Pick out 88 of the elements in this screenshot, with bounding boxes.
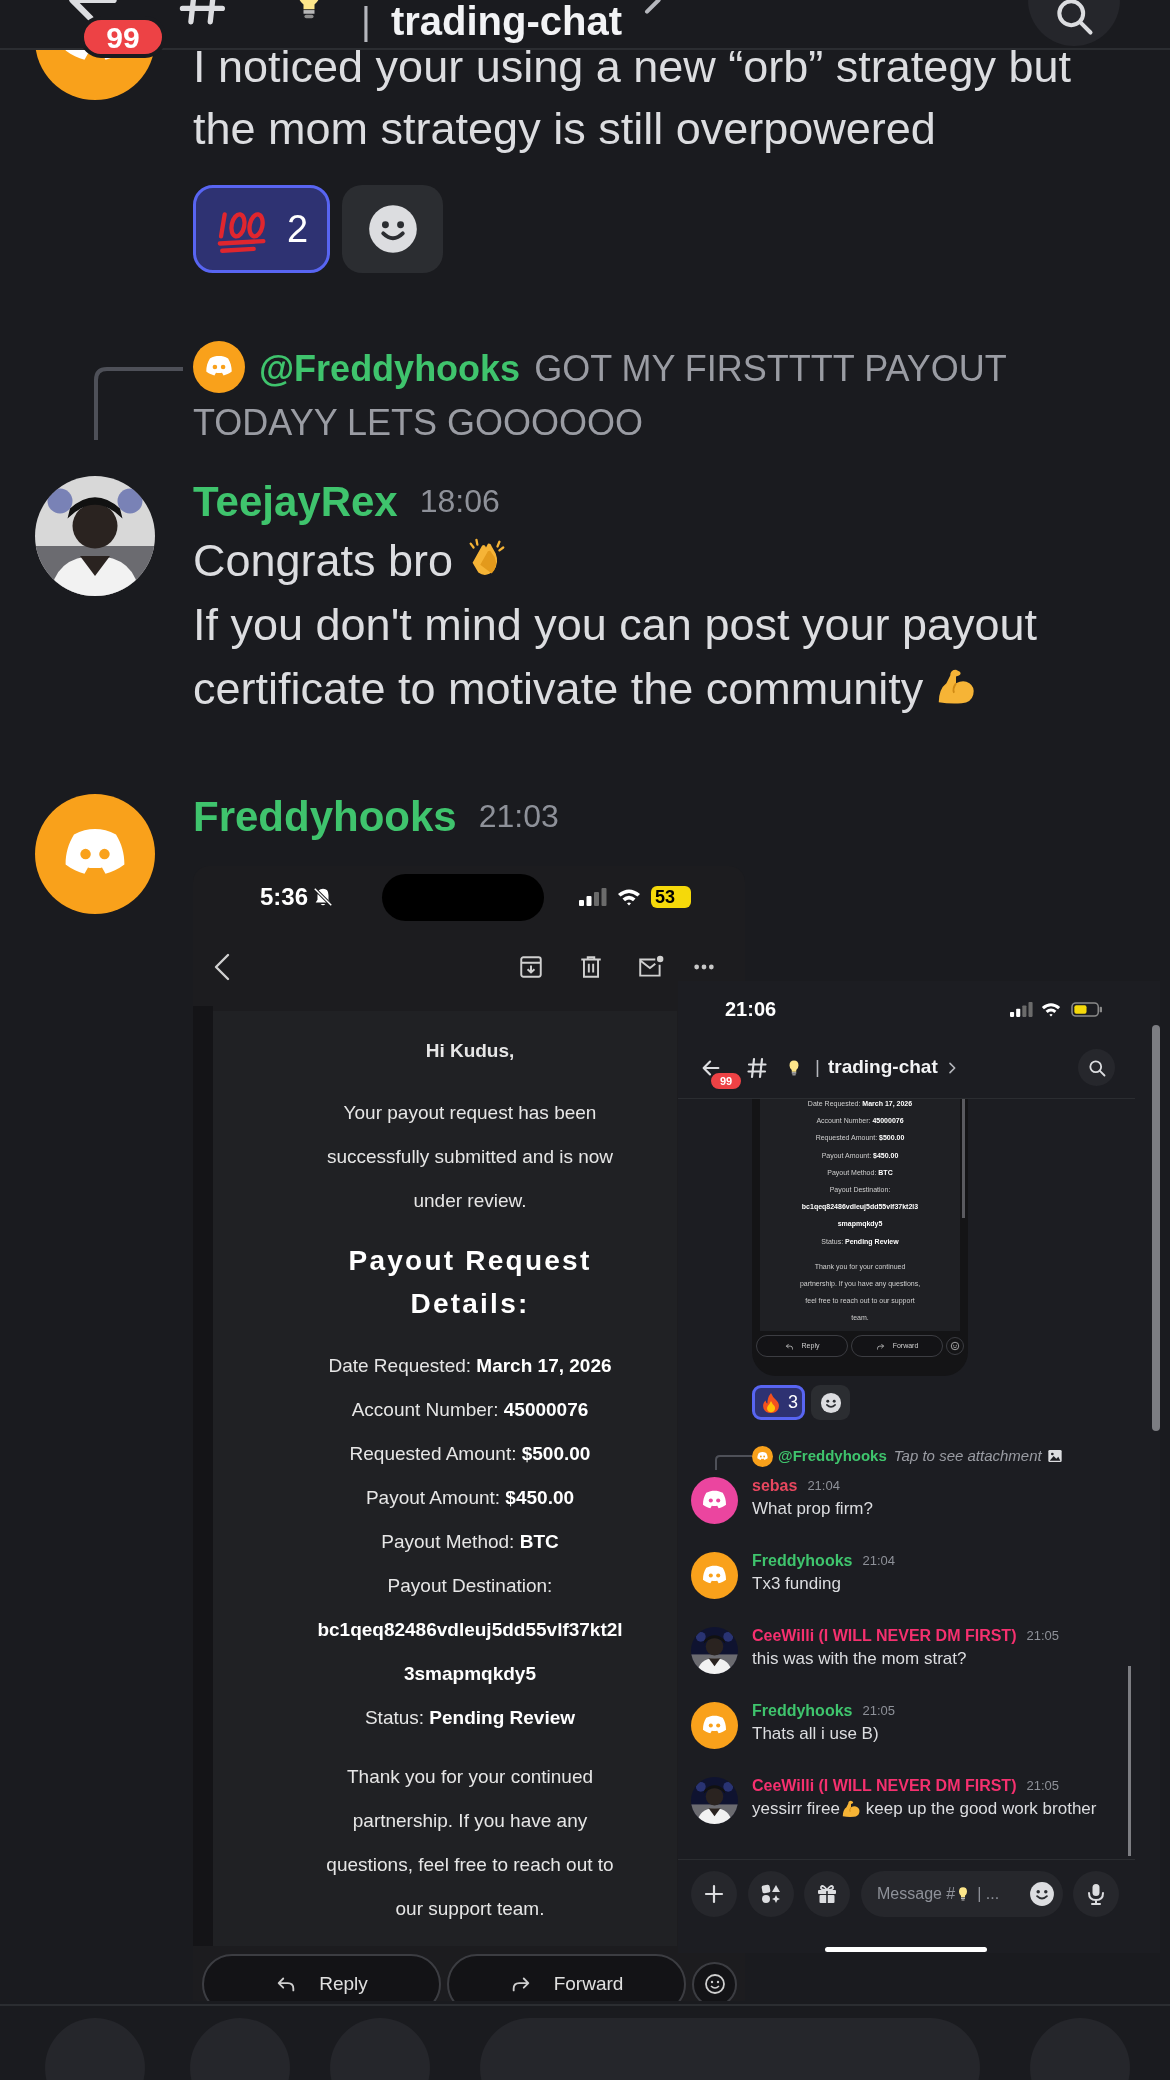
add-reaction-button[interactable] — [811, 1385, 850, 1420]
smiley-icon — [1029, 1881, 1055, 1907]
author-name[interactable]: CeeWilli (I WILL NEVER DM FIRST) — [752, 1624, 1017, 1648]
trash-icon — [578, 954, 604, 980]
reply-author[interactable]: @Freddyhooks — [778, 1444, 887, 1468]
hashtag-icon — [745, 1055, 769, 1080]
attach-button[interactable] — [691, 1871, 737, 1917]
message-text: If you don't mind you can post your payout — [193, 599, 1038, 650]
timestamp: 21:04 — [862, 1552, 895, 1571]
smiley-icon — [702, 1972, 727, 1996]
message-text: certificate to motivate the community — [193, 663, 924, 714]
status-time: 5:36 — [260, 882, 309, 912]
author-name[interactable]: TeejayRex — [193, 469, 398, 533]
timestamp: 21:03 — [478, 797, 559, 836]
message-text: this was with the mom strat? — [752, 1647, 967, 1670]
shapes-icon — [759, 1882, 783, 1906]
signal-icon — [1010, 1001, 1033, 1017]
message-text: keep up the good work brother — [865, 1797, 1097, 1820]
smiley-icon — [950, 1341, 960, 1351]
detail-line: Status: Pending Review — [363, 1706, 577, 1730]
timestamp: 21:05 — [862, 1702, 895, 1721]
reply-author[interactable]: @Freddyhooks — [259, 348, 521, 389]
author-name[interactable]: sebas — [752, 1474, 798, 1498]
timestamp: 21:04 — [807, 1477, 840, 1496]
gift-icon — [815, 1882, 839, 1906]
message-field[interactable]: Message # | ... — [861, 1871, 1063, 1917]
message-text: Congrats bro — [193, 535, 454, 586]
detail-line: Requested Amount: $500.00 — [348, 1442, 592, 1466]
timestamp: 21:05 — [1026, 1777, 1059, 1796]
detail-value: bc1qeq82486vdleuj5dd55vlf37kt2l3smapmqkdy5 — [316, 1618, 624, 1686]
detail-label: Payout Destination: — [386, 1574, 554, 1598]
status-time: 21:06 — [725, 997, 777, 1022]
message-text: Tx3 funding — [752, 1572, 841, 1595]
search-button[interactable] — [1078, 1049, 1115, 1086]
detail-line: Date Requested: March 17, 2026 — [327, 1354, 613, 1378]
author-name[interactable]: CeeWilli (I WILL NEVER DM FIRST) — [752, 1774, 1017, 1798]
wifi-icon — [1041, 1001, 1061, 1017]
channel-separator: | — [815, 1055, 820, 1080]
timestamp: 18:06 — [419, 482, 500, 521]
microphone-button[interactable] — [1073, 1871, 1119, 1917]
reply-arrow-icon — [784, 1341, 794, 1351]
more-icon — [693, 963, 715, 971]
reply-text[interactable]: Tap to see attachment — [893, 1444, 1042, 1468]
muted-bell-icon — [312, 886, 335, 908]
plus-icon — [702, 1882, 726, 1906]
gift-button[interactable] — [804, 1871, 850, 1917]
email-paragraph: Your payout request has been successfully submitted and is now under review. — [325, 1101, 615, 1213]
battery-indicator: 53 — [651, 886, 692, 908]
forward-button[interactable]: Forward — [447, 1954, 686, 2001]
avatar — [193, 341, 245, 393]
smiley-icon — [819, 1391, 842, 1414]
message-text: Thats all i use B) — [752, 1722, 879, 1745]
author-name[interactable]: Freddyhooks — [193, 784, 457, 848]
image-icon — [1046, 1448, 1063, 1464]
detail-line: Payout Amount: $450.00 — [364, 1486, 576, 1510]
author-name[interactable]: Freddyhooks — [752, 1549, 853, 1573]
message-text: yessirr firee — [752, 1797, 840, 1820]
image-preview[interactable] — [752, 1099, 968, 1376]
wifi-icon — [617, 888, 642, 906]
signal-icon — [579, 888, 608, 906]
reply-text[interactable]: @Freddyhooks GOT MY FIRSTTTT PAYOUT TODAYY LETS GOOOOOO — [193, 341, 1120, 450]
detail-line: Account Number: 45000076 — [350, 1398, 590, 1422]
avatar — [752, 1445, 773, 1467]
email-heading: Payout Request Details: — [347, 1244, 593, 1321]
emoji-button[interactable] — [692, 1961, 737, 2001]
forward-arrow-icon — [875, 1341, 885, 1351]
reply-button[interactable]: Reply — [202, 1954, 441, 2001]
envelope-icon — [637, 954, 665, 980]
notification-badge: 99 — [709, 1071, 743, 1091]
email-greeting: Hi Kudus, — [424, 1039, 516, 1063]
add-reaction-button[interactable] — [342, 185, 443, 273]
reaction-button[interactable]: 3 — [752, 1385, 805, 1420]
reply-line — [714, 1454, 752, 1470]
message-text: What prop firm? — [752, 1497, 873, 1520]
detail-line: Payout Method: BTC — [380, 1530, 560, 1554]
apps-button[interactable] — [748, 1871, 794, 1917]
channel-separator: | — [361, 2, 371, 40]
author-name[interactable]: Freddyhooks — [752, 1699, 853, 1723]
timestamp: 21:05 — [1026, 1627, 1059, 1646]
archive-icon — [518, 954, 544, 980]
smiley-icon — [366, 203, 419, 255]
email-paragraph: Thank you for your continued partnership. If you have any questions, feel free to reach out to our support team. — [325, 1765, 615, 1921]
battery-icon — [1071, 1001, 1103, 1017]
chevron-left-icon — [213, 953, 231, 981]
search-icon — [1086, 1057, 1107, 1078]
reaction-button[interactable]: 2 — [193, 185, 330, 273]
notification-badge: 99 — [80, 16, 166, 58]
channel-name[interactable]: trading-chat — [827, 1053, 938, 1082]
